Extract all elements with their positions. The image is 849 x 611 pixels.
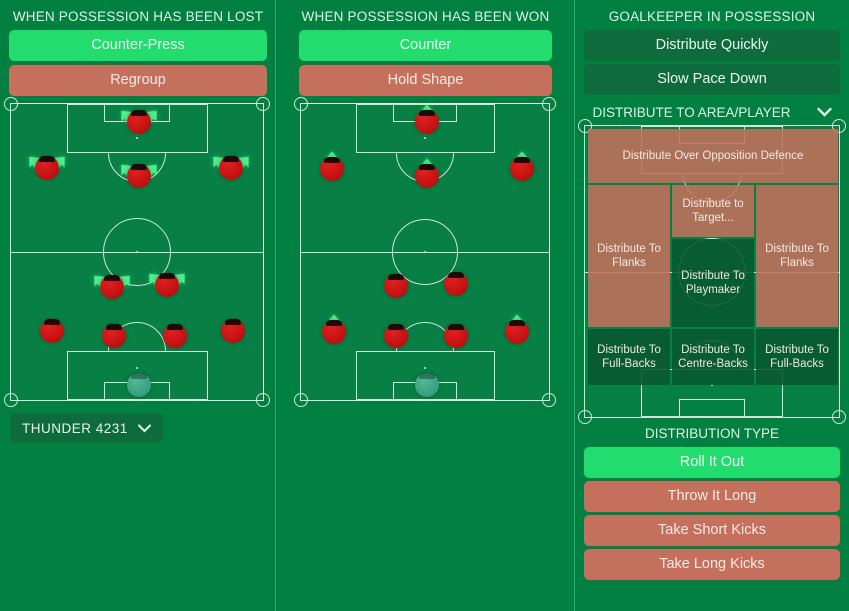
player-marker[interactable]: [505, 320, 529, 344]
corner-arc-3: [256, 393, 270, 407]
possession-lost-pitch-wrap: [0, 97, 276, 407]
player-marker[interactable]: [155, 273, 179, 297]
possession-lost-options: Counter-Press Regroup: [0, 30, 276, 96]
goalkeeper-title: GOALKEEPER IN POSSESSION: [608, 9, 816, 24]
possession-won-options: Counter Hold Shape: [276, 30, 575, 96]
corner-arc-2: [294, 393, 308, 407]
possession-won-column: WHEN POSSESSION HAS BEEN WON Counter Hol…: [276, 0, 575, 611]
distribute-zone-grid: Distribute Over Opposition Defence Distr…: [588, 129, 838, 385]
penalty-spot-bottom: [136, 367, 138, 369]
take-long-kicks-button[interactable]: Take Long Kicks: [584, 549, 840, 580]
centre-spot: [424, 251, 426, 253]
player-marker[interactable]: [221, 319, 245, 343]
zone-distribute-to-centre-backs[interactable]: Distribute To Centre-Backs: [672, 329, 754, 385]
counter-press-button[interactable]: Counter-Press: [9, 30, 267, 61]
formation-label: THUNDER 4231: [22, 420, 128, 436]
player-marker[interactable]: [384, 324, 408, 348]
distribution-type-title: DISTRIBUTION TYPE: [644, 426, 780, 441]
penalty-spot-bottom: [424, 367, 426, 369]
player-marker[interactable]: [444, 324, 468, 348]
possession-lost-column: WHEN POSSESSION HAS BEEN LOST Counter-Pr…: [0, 0, 276, 611]
player-marker[interactable]: [444, 272, 468, 296]
player-marker[interactable]: [415, 110, 439, 134]
distribute-pitch-wrap: Distribute Over Opposition Defence Distr…: [575, 119, 849, 424]
possession-won-title: WHEN POSSESSION HAS BEEN WON: [301, 9, 550, 24]
distribute-to-area-label: DISTRIBUTE TO AREA/PLAYER: [592, 105, 791, 120]
roll-it-out-button[interactable]: Roll It Out: [584, 447, 840, 478]
player-marker[interactable]: [127, 164, 151, 188]
goal-box-bottom: [679, 399, 745, 417]
corner-arc-0: [294, 97, 308, 111]
distribute-pitch: Distribute Over Opposition Defence Distr…: [578, 119, 846, 424]
player-marker[interactable]: [40, 319, 64, 343]
distribute-to-area-header[interactable]: DISTRIBUTE TO AREA/PLAYER: [575, 98, 849, 125]
player-marker[interactable]: [102, 324, 126, 348]
penalty-spot-top: [136, 137, 138, 139]
penalty-spot-top: [424, 137, 426, 139]
slow-pace-down-button[interactable]: Slow Pace Down: [584, 64, 840, 95]
corner-arc-1: [256, 97, 270, 111]
possession-won-pitch[interactable]: [294, 97, 556, 407]
counter-button[interactable]: Counter: [299, 30, 552, 61]
player-marker[interactable]: [384, 274, 408, 298]
zone-distribute-to-target-man[interactable]: Distribute to Target...: [672, 185, 754, 237]
possession-won-pitch-wrap: [276, 97, 575, 407]
zone-distribute-to-playmaker[interactable]: Distribute To Playmaker: [672, 239, 754, 327]
tactics-screen: WHEN POSSESSION HAS BEEN LOST Counter-Pr…: [0, 0, 849, 611]
hold-shape-button[interactable]: Hold Shape: [299, 65, 552, 96]
regroup-button[interactable]: Regroup: [9, 65, 267, 96]
player-marker[interactable]: [320, 157, 344, 181]
goalkeeper-marker[interactable]: [415, 373, 439, 397]
zone-distribute-to-full-backs-right[interactable]: Distribute To Full-Backs: [756, 329, 838, 385]
formation-selector[interactable]: THUNDER 4231: [10, 413, 163, 443]
corner-arc-1: [542, 97, 556, 111]
player-marker[interactable]: [322, 320, 346, 344]
take-short-kicks-button[interactable]: Take Short Kicks: [584, 515, 840, 546]
goalkeeper-column: GOALKEEPER IN POSSESSION Distribute Quic…: [575, 0, 849, 611]
zone-distribute-to-full-backs-left[interactable]: Distribute To Full-Backs: [588, 329, 670, 385]
corner-arc-2: [578, 410, 592, 424]
player-marker[interactable]: [510, 157, 534, 181]
goalkeeper-marker[interactable]: [127, 373, 151, 397]
corner-arc-3: [832, 410, 846, 424]
centre-spot: [136, 251, 138, 253]
distribute-quickly-button[interactable]: Distribute Quickly: [584, 30, 840, 61]
possession-lost-title: WHEN POSSESSION HAS BEEN LOST: [12, 9, 264, 24]
player-marker[interactable]: [219, 156, 243, 180]
corner-arc-3: [542, 393, 556, 407]
zone-distribute-over-opposition-defence[interactable]: Distribute Over Opposition Defence: [588, 129, 838, 183]
possession-lost-pitch[interactable]: [4, 97, 270, 407]
zone-distribute-to-flanks-right[interactable]: Distribute To Flanks: [756, 185, 838, 327]
player-marker[interactable]: [163, 324, 187, 348]
throw-it-long-button[interactable]: Throw It Long: [584, 481, 840, 512]
zone-distribute-to-flanks-left[interactable]: Distribute To Flanks: [588, 185, 670, 327]
player-marker[interactable]: [415, 164, 439, 188]
player-marker[interactable]: [100, 275, 124, 299]
distribution-type-options: Roll It Out Throw It Long Take Short Kic…: [575, 447, 849, 580]
player-marker[interactable]: [35, 156, 59, 180]
chevron-down-icon: [137, 421, 151, 436]
corner-arc-0: [4, 97, 18, 111]
player-marker[interactable]: [127, 110, 151, 134]
corner-arc-2: [4, 393, 18, 407]
goalkeeper-options: Distribute Quickly Slow Pace Down: [575, 30, 849, 95]
chevron-down-icon: [816, 105, 832, 120]
